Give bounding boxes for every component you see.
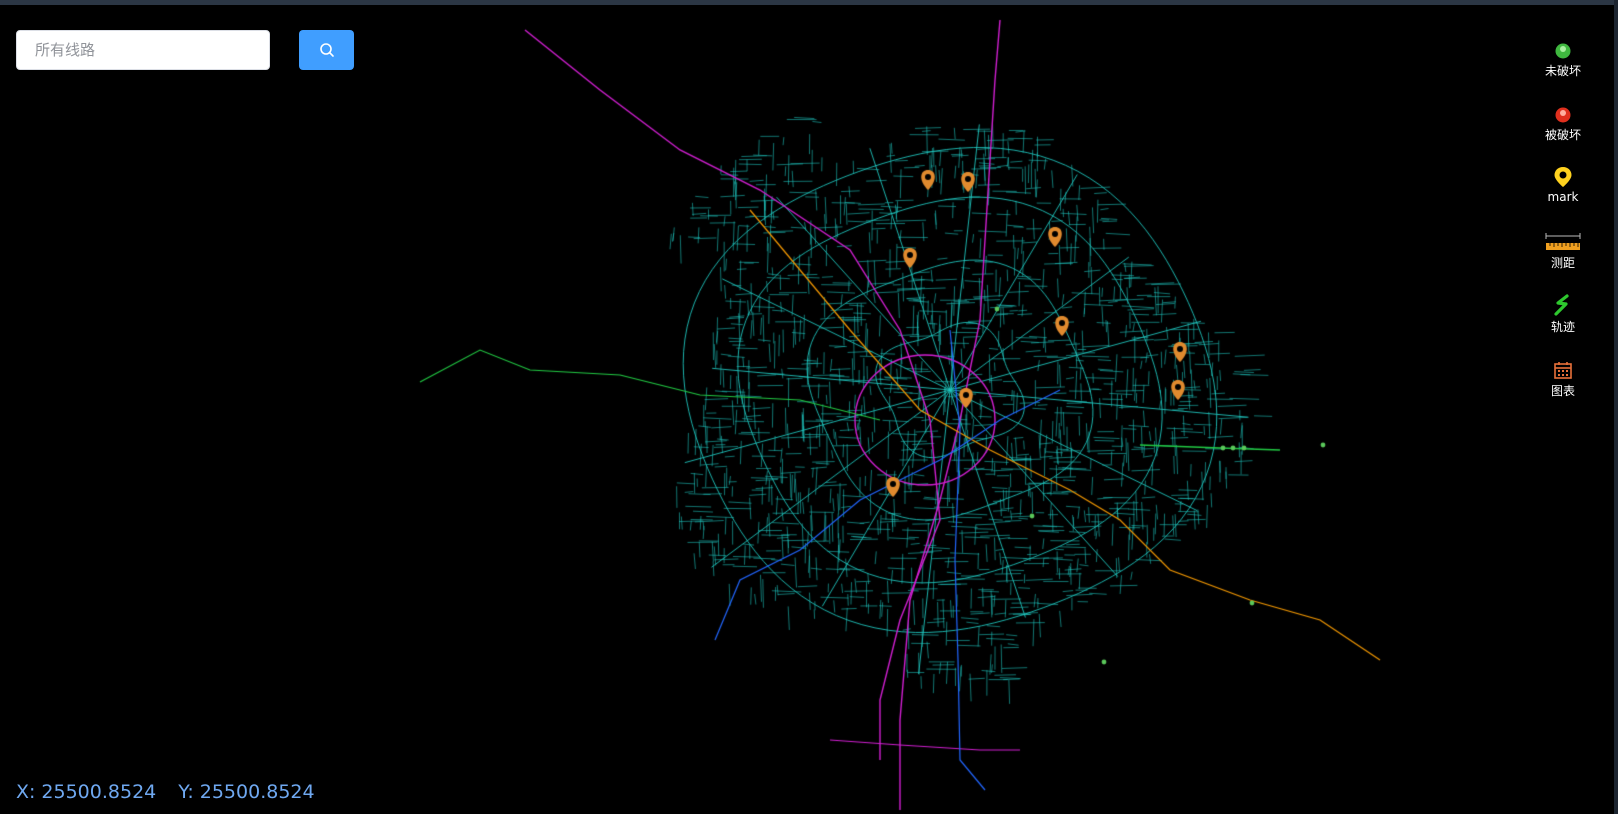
route-search-input[interactable] <box>17 31 269 69</box>
x-coordinate: X: 25500.8524 <box>16 781 156 803</box>
window-right-edge <box>1614 0 1618 814</box>
map-toolbar: 未破坏 被破坏 mark 测距 轨迹 图表 <box>1528 34 1598 418</box>
tool-label: 测距 <box>1550 256 1575 270</box>
tool-label: 轨迹 <box>1550 320 1575 334</box>
tool-label: 被破坏 <box>1544 128 1581 142</box>
tool-damaged[interactable]: 被破坏 <box>1528 98 1598 162</box>
calendar-chart-icon <box>1554 362 1572 379</box>
cursor-coordinates: X: 25500.8524 Y: 25500.8524 <box>16 781 315 803</box>
tool-label: 未破坏 <box>1544 64 1581 78</box>
green-status-marker-icon <box>1555 43 1571 59</box>
map-pin-icon <box>1554 167 1572 187</box>
y-label: Y: <box>178 781 194 803</box>
tool-label: mark <box>1547 190 1579 204</box>
x-label: X: <box>16 781 36 803</box>
x-value: 25500.8524 <box>41 781 157 803</box>
tool-measure[interactable]: 测距 <box>1528 226 1598 290</box>
tool-track[interactable]: 轨迹 <box>1528 290 1598 354</box>
window-top-bar <box>0 0 1618 5</box>
y-value: 25500.8524 <box>199 781 315 803</box>
search-icon <box>319 43 334 57</box>
tool-chart[interactable]: 图表 <box>1528 354 1598 418</box>
red-status-marker-icon <box>1555 107 1571 123</box>
search-button[interactable] <box>299 30 354 70</box>
y-coordinate: Y: 25500.8524 <box>178 781 314 803</box>
ruler-icon <box>1545 233 1581 250</box>
city-map-canvas[interactable] <box>0 0 1618 814</box>
tool-label: 图表 <box>1550 384 1575 398</box>
track-icon <box>1554 294 1569 316</box>
tool-undamaged[interactable]: 未破坏 <box>1528 34 1598 98</box>
route-search-field[interactable] <box>16 30 270 70</box>
tool-mark[interactable]: mark <box>1528 162 1598 226</box>
